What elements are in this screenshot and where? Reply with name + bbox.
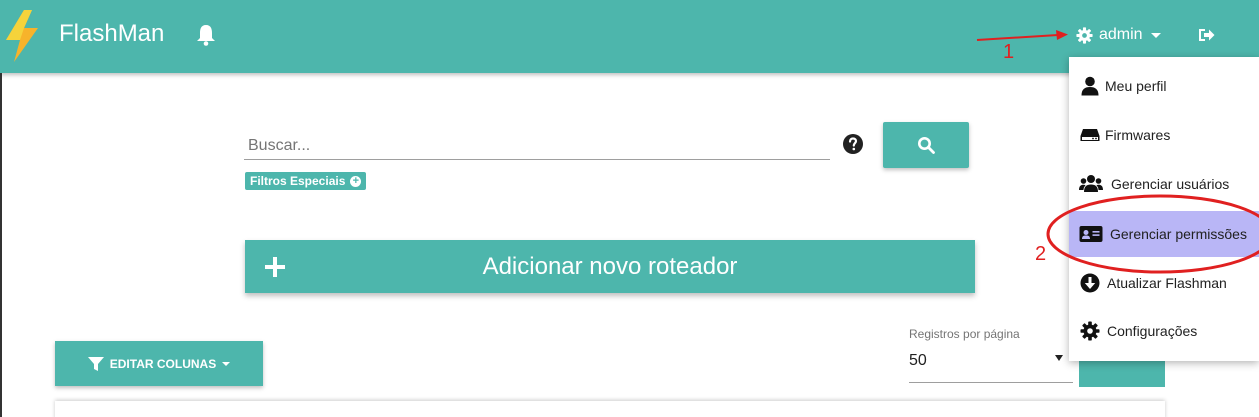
users-icon: [1079, 175, 1103, 192]
menu-item-label: Meu perfil: [1105, 78, 1167, 94]
admin-label: admin: [1099, 26, 1143, 43]
admin-menu-toggle[interactable]: admin: [1076, 25, 1161, 45]
annotation-step-2: 2: [1035, 243, 1047, 265]
add-router-label: Adicionar novo roteador: [482, 252, 738, 280]
special-filters-label: Filtros Especiais: [250, 174, 346, 188]
search-button[interactable]: [883, 122, 969, 168]
user-dropdown-menu: Meu perfil Firmwares Gerenciar usuários: [1069, 57, 1259, 361]
per-page-select[interactable]: 50: [909, 349, 1073, 383]
annotation-step-1: 1: [1003, 41, 1015, 63]
menu-item-manage-permissions[interactable]: Gerenciar permissões: [1069, 211, 1259, 257]
plus-icon: [265, 257, 285, 277]
special-filters-button[interactable]: Filtros Especiais +: [245, 172, 367, 190]
arrow-circle-down-icon: [1080, 273, 1100, 293]
add-router-button[interactable]: Adicionar novo roteador: [245, 240, 975, 293]
filter-icon: [87, 356, 104, 371]
caret-down-icon: [222, 361, 231, 366]
caret-down-icon: [1150, 32, 1161, 38]
menu-item-label: Gerenciar usuários: [1111, 176, 1230, 192]
edit-columns-label: EDITAR COLUNAS: [109, 356, 217, 371]
menu-item-settings[interactable]: Configurações: [1069, 309, 1259, 353]
page-left-border: [0, 73, 2, 417]
per-page-value: 50: [909, 352, 927, 369]
edit-columns-button[interactable]: EDITAR COLUNAS: [55, 341, 263, 386]
hard-drive-icon: [1080, 129, 1100, 141]
menu-item-label: Firmwares: [1105, 127, 1171, 143]
gear-icon: [1080, 321, 1100, 341]
question-circle-icon[interactable]: [843, 134, 863, 154]
gear-icon: [1076, 26, 1093, 44]
menu-item-label: Atualizar Flashman: [1107, 275, 1227, 291]
bell-icon[interactable]: [196, 24, 216, 46]
menu-item-label: Configurações: [1107, 323, 1198, 339]
menu-item-label: Gerenciar permissões: [1110, 226, 1247, 242]
plus-circle-icon: +: [350, 175, 362, 187]
brand-title[interactable]: FlashMan: [59, 20, 164, 48]
dropdown-arrow-icon: [1055, 355, 1063, 361]
per-page-label: Registros por página: [909, 327, 1020, 341]
menu-item-manage-users[interactable]: Gerenciar usuários: [1069, 162, 1259, 206]
menu-item-update-flashman[interactable]: Atualizar Flashman: [1069, 261, 1259, 305]
results-table-card: [55, 401, 1165, 417]
lightning-bolt-icon[interactable]: [4, 10, 40, 62]
menu-item-firmwares[interactable]: Firmwares: [1069, 113, 1259, 157]
search-icon: [918, 137, 935, 154]
search-input[interactable]: [244, 133, 830, 160]
id-card-icon: [1079, 226, 1103, 242]
menu-item-my-profile[interactable]: Meu perfil: [1069, 64, 1259, 108]
logout-icon[interactable]: [1197, 26, 1215, 44]
user-icon: [1081, 76, 1099, 96]
